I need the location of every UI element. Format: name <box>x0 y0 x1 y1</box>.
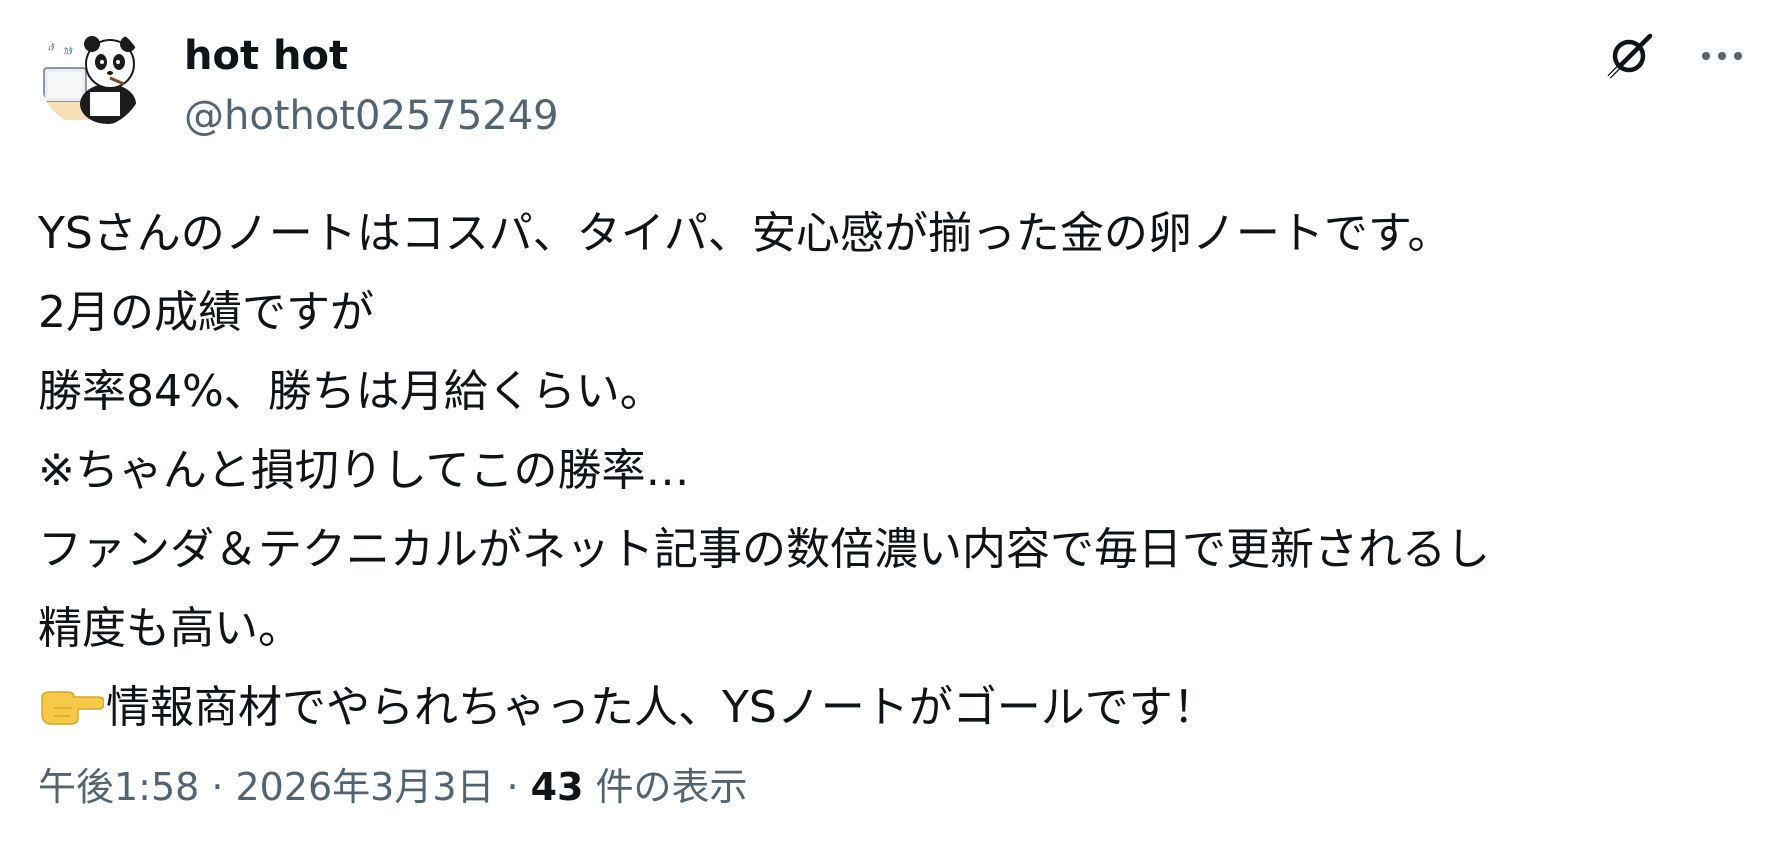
tweet-timestamp[interactable]: 午後1:58 · 2026年3月3日 <box>38 765 495 809</box>
grok-button[interactable] <box>1598 24 1662 88</box>
tweet-line: 勝率84%、勝ちは月給くらい。 <box>38 366 664 417</box>
tweet-date: 2026年3月3日 <box>235 765 495 809</box>
panda-avatar-icon: ｶﾀ ｶﾀ <box>40 24 144 128</box>
tweet-line: 2月の成績ですが <box>38 287 374 338</box>
tweet-time: 午後1:58 <box>38 765 200 809</box>
tweet-line: YSさんのノートはコスパ、タイパ、安心感が揃った金の卵ノートです。 <box>38 208 1452 259</box>
author-handle[interactable]: @hothot02575249 <box>184 90 559 142</box>
tweet-card: ｶﾀ ｶﾀ hot hot @hothot02575249 YSさんのノートはコ… <box>0 0 1781 863</box>
more-options-button[interactable] <box>1690 24 1754 88</box>
backhand-index-pointing-right-icon <box>38 684 104 728</box>
author-display-name[interactable]: hot hot <box>184 30 348 82</box>
grok-icon <box>1607 33 1653 79</box>
more-horizontal-icon <box>1702 52 1742 60</box>
svg-text:ｶﾀ: ｶﾀ <box>64 46 73 57</box>
tweet-line-text: 情報商材でやられちゃった人、YSノートがゴールです！ <box>106 682 1217 733</box>
tweet-line: ファンダ＆テクニカルがネット記事の数倍濃い内容で毎日で更新されるし <box>38 524 1490 575</box>
meta-separator: · <box>211 765 224 809</box>
tweet-line: ※ちゃんと損切りしてこの勝率… <box>38 445 690 496</box>
tweet-line: 精度も高い。 <box>38 603 302 654</box>
meta-separator: · <box>506 765 519 809</box>
tweet-body: YSさんのノートはコスパ、タイパ、安心感が揃った金の卵ノートです。 2月の成績で… <box>38 194 1758 747</box>
tweet-line-last: 情報商材でやられちゃった人、YSノートがゴールです！ <box>38 668 1758 747</box>
views-count: 43 <box>530 765 584 809</box>
author-avatar[interactable]: ｶﾀ ｶﾀ <box>40 24 144 128</box>
tweet-meta: 午後1:58 · 2026年3月3日 · 43 件の表示 <box>38 762 748 812</box>
views-label: 件の表示 <box>595 765 748 809</box>
svg-text:ｶﾀ: ｶﾀ <box>46 42 55 53</box>
